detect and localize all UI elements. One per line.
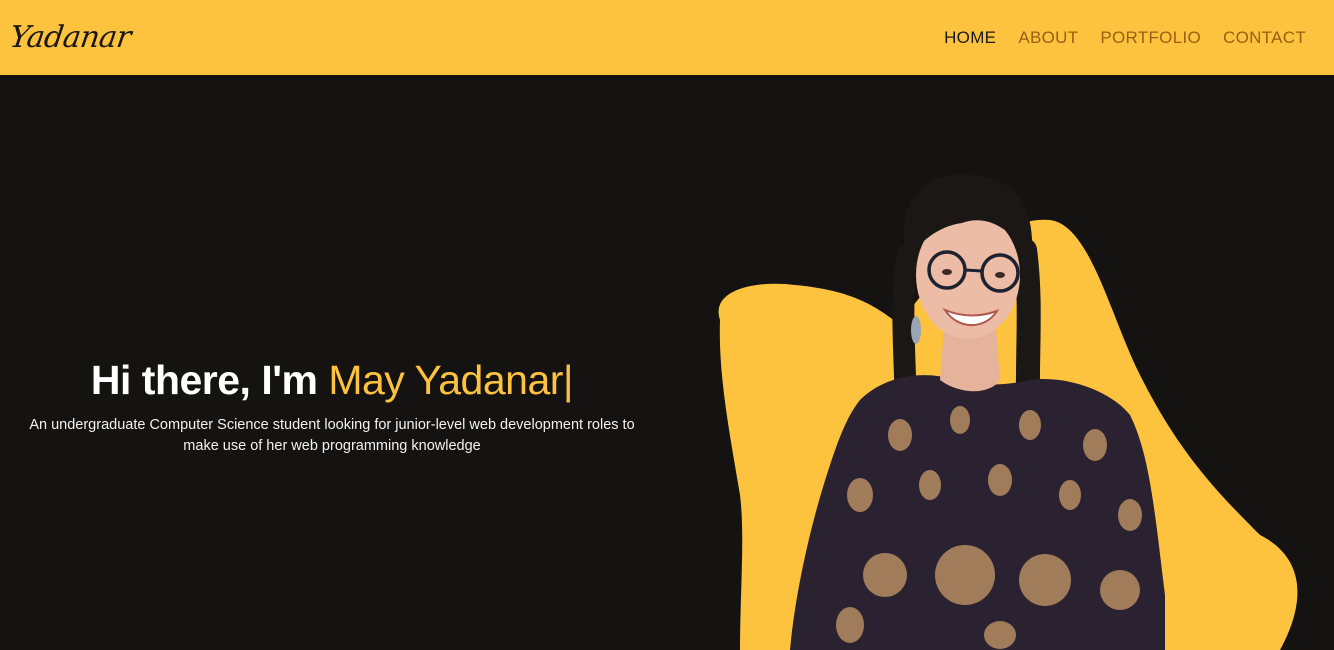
hero-section: Hi there, I'm May Yadanar| An undergradu… <box>0 75 1334 650</box>
typing-cursor: | <box>562 357 574 403</box>
top-navbar: Yadanar HOME ABOUT PORTFOLIO CONTACT <box>0 0 1334 75</box>
hero-name: May Yadanar <box>328 357 563 403</box>
hero-headline: Hi there, I'm May Yadanar| <box>0 355 664 405</box>
nav-link-portfolio[interactable]: PORTFOLIO <box>1100 28 1201 48</box>
hero-greeting: Hi there, I'm <box>90 357 318 403</box>
nav-link-home[interactable]: HOME <box>944 28 996 48</box>
nav-link-contact[interactable]: CONTACT <box>1223 28 1306 48</box>
hero-text: Hi there, I'm May Yadanar| An undergradu… <box>0 355 664 457</box>
portrait-photo <box>790 174 1165 650</box>
hero-tagline: An undergraduate Computer Science studen… <box>29 417 635 454</box>
hero-visual <box>700 75 1334 650</box>
nav-link-about[interactable]: ABOUT <box>1018 28 1078 48</box>
nav-menu: HOME ABOUT PORTFOLIO CONTACT <box>944 28 1306 48</box>
site-logo[interactable]: Yadanar <box>8 20 133 55</box>
